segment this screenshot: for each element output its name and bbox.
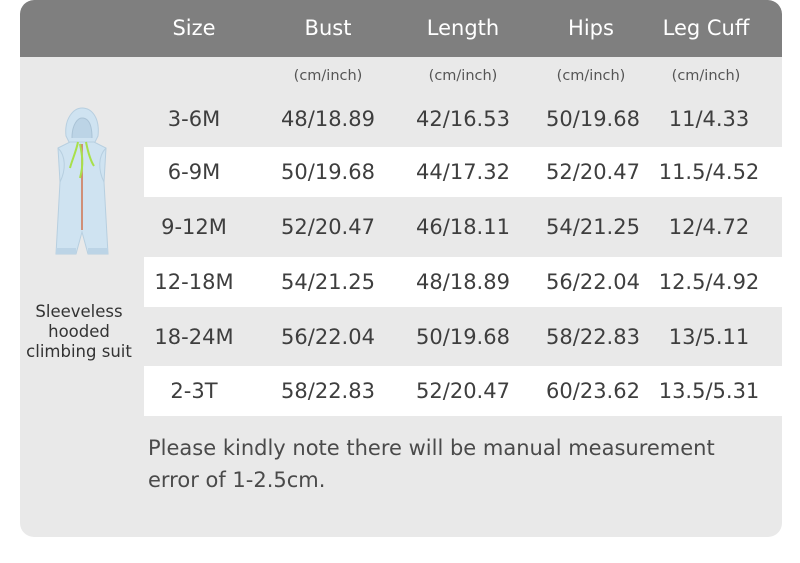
header-length: Length <box>426 16 500 40</box>
measurement-note: Please kindly note there will be manual … <box>148 436 715 492</box>
cell-size: 3-6M <box>167 107 221 131</box>
product-name-line: Sleeveless <box>35 302 123 321</box>
cell-length: 48/18.89 <box>416 270 510 294</box>
cell-hips: 52/20.47 <box>546 160 640 184</box>
cell-bust: 52/20.47 <box>281 215 375 239</box>
cell-leg-cuff: 11.5/4.52 <box>658 160 760 184</box>
cell-bust: 58/22.83 <box>281 379 375 403</box>
table-row: 6-9M 50/19.68 44/17.32 52/20.47 11.5/4.5… <box>144 147 782 197</box>
cell-leg-cuff: 13/5.11 <box>668 325 750 349</box>
cell-hips: 54/21.25 <box>546 215 640 239</box>
table-row: 3-6M 48/18.89 42/16.53 50/19.68 11/4.33 <box>144 94 782 144</box>
product-image <box>55 107 109 255</box>
cell-leg-cuff: 12.5/4.92 <box>658 270 760 294</box>
unit-leg-cuff: (cm/inch) <box>671 68 741 84</box>
cell-size: 9-12M <box>161 215 227 239</box>
cell-bust: 48/18.89 <box>281 107 375 131</box>
size-chart-card: Size Bust Length Hips Leg Cuff (cm/inch)… <box>20 0 782 537</box>
table-header: Size Bust Length Hips Leg Cuff <box>20 0 782 57</box>
cell-length: 46/18.11 <box>416 215 510 239</box>
header-bust: Bust <box>304 16 352 40</box>
cell-leg-cuff: 11/4.33 <box>668 107 750 131</box>
unit-bust: (cm/inch) <box>293 68 363 84</box>
cell-bust: 50/19.68 <box>281 160 375 184</box>
product-name-line: hooded <box>48 322 110 341</box>
cell-leg-cuff: 12/4.72 <box>668 215 750 239</box>
cell-hips: 60/23.62 <box>546 379 640 403</box>
cell-hips: 58/22.83 <box>546 325 640 349</box>
header-leg-cuff: Leg Cuff <box>662 16 750 40</box>
cell-leg-cuff: 13.5/5.31 <box>658 379 760 403</box>
cell-size: 12-18M <box>154 270 234 294</box>
table-row: 12-18M 54/21.25 48/18.89 56/22.04 12.5/4… <box>144 257 782 307</box>
product-name: Sleeveless hooded climbing suit <box>20 302 138 362</box>
unit-hips: (cm/inch) <box>556 68 626 84</box>
table-row: 2-3T 58/22.83 52/20.47 60/23.62 13.5/5.3… <box>144 366 782 416</box>
cell-bust: 56/22.04 <box>281 325 375 349</box>
cell-length: 52/20.47 <box>416 379 510 403</box>
cell-size: 18-24M <box>154 325 234 349</box>
table-row: 9-12M 52/20.47 46/18.11 54/21.25 12/4.72 <box>144 202 782 252</box>
header-hips: Hips <box>568 16 614 40</box>
cell-length: 50/19.68 <box>416 325 510 349</box>
cell-length: 44/17.32 <box>416 160 510 184</box>
cell-hips: 56/22.04 <box>546 270 640 294</box>
cell-length: 42/16.53 <box>416 107 510 131</box>
cell-hips: 50/19.68 <box>546 107 640 131</box>
header-size: Size <box>172 16 216 40</box>
cell-size: 6-9M <box>167 160 221 184</box>
unit-length: (cm/inch) <box>428 68 498 84</box>
cell-size: 2-3T <box>170 379 218 403</box>
product-name-line: climbing suit <box>26 342 132 361</box>
cell-bust: 54/21.25 <box>281 270 375 294</box>
table-row: 18-24M 56/22.04 50/19.68 58/22.83 13/5.1… <box>144 312 782 362</box>
